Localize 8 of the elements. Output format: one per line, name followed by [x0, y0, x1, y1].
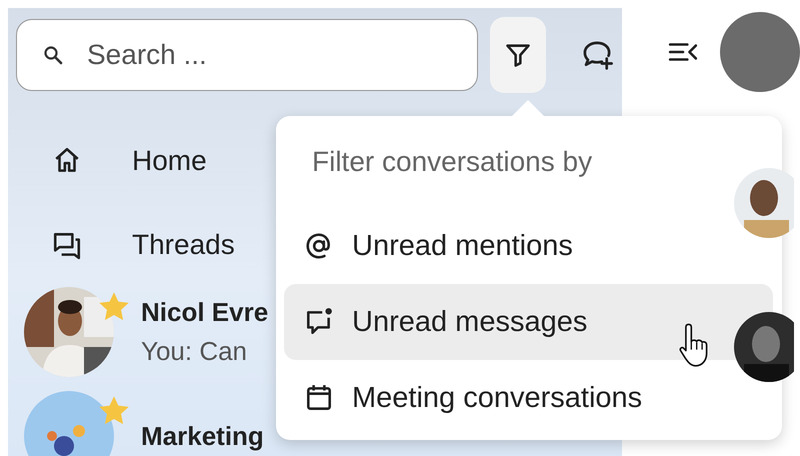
search-field[interactable]: Search ... [16, 19, 478, 91]
menu-heading: Filter conversations by [311, 145, 594, 179]
message-preview: You: Can [141, 336, 248, 367]
nav-link[interactable]: Threads [132, 229, 235, 261]
menu-item[interactable]: Meeting conversations [284, 360, 773, 436]
menu-item[interactable]: Unread messages [284, 284, 773, 360]
nav-link[interactable]: Home [132, 145, 207, 177]
menu-item[interactable]: Unread mentions [284, 208, 773, 284]
